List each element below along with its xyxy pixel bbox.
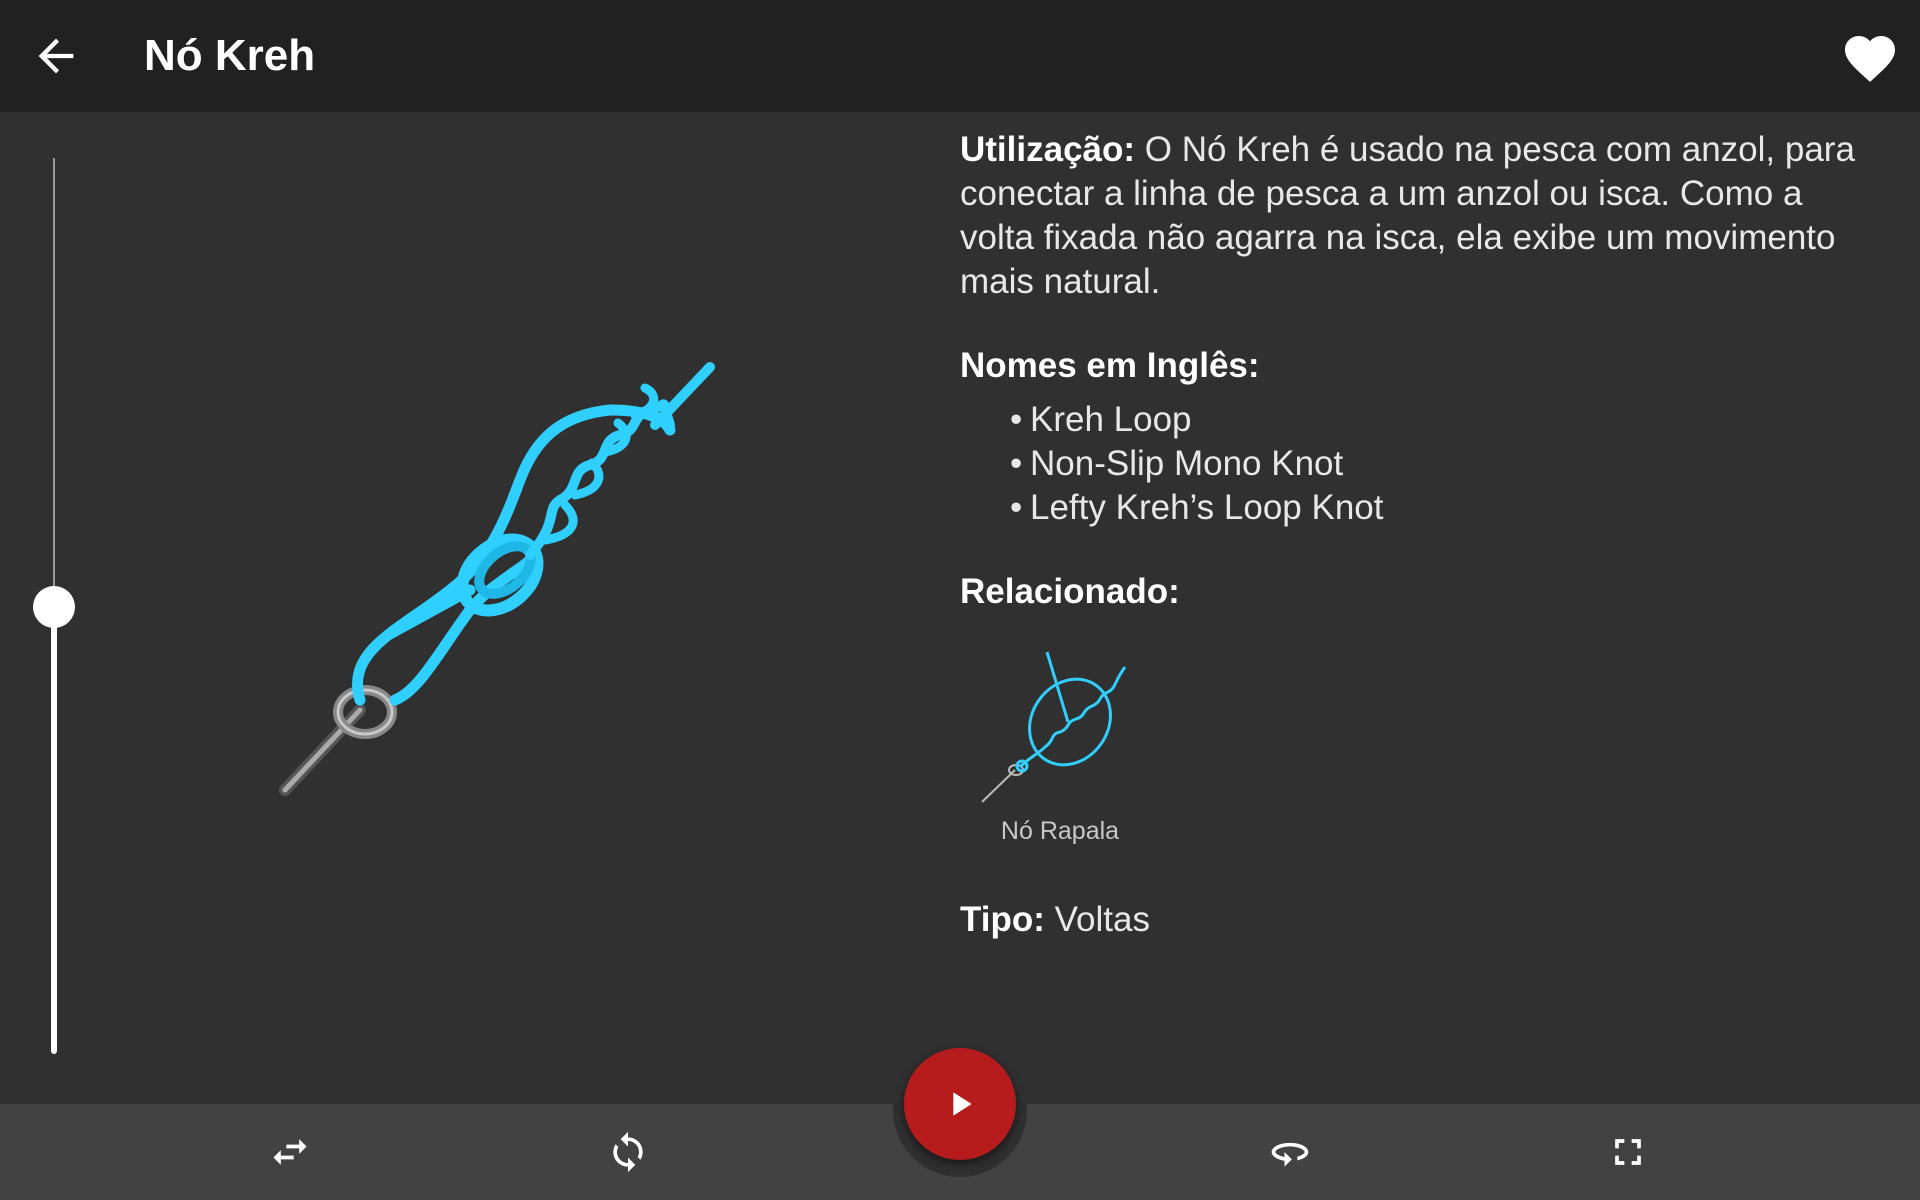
fullscreen-icon[interactable]	[1606, 1130, 1650, 1174]
animation-slider[interactable]	[30, 150, 80, 1060]
app-bar: Nó Kreh	[0, 0, 1920, 112]
play-button[interactable]	[904, 1048, 1016, 1160]
list-item: • Non-Slip Mono Knot	[1010, 444, 1344, 483]
play-icon	[953, 1092, 972, 1116]
related-knot-thumbnail	[981, 651, 1127, 803]
arrow-back-icon	[38, 38, 74, 74]
english-name: Lefty Kreh’s Loop Knot	[1030, 488, 1384, 527]
favorite-button[interactable]	[1840, 28, 1900, 84]
type-row: Tipo: Voltas	[960, 898, 1880, 942]
orbit-icon[interactable]	[1268, 1130, 1312, 1174]
english-name: Non-Slip Mono Knot	[1030, 444, 1344, 483]
usage-label: Utilização:	[960, 130, 1136, 169]
english-names-list: • Kreh Loop • Non-Slip Mono Knot • Lefty Kr…	[960, 398, 1880, 530]
type-value: Voltas	[1054, 900, 1150, 939]
slider-track-progress	[51, 606, 57, 1054]
type-label: Tipo:	[960, 900, 1045, 939]
list-item: • Kreh Loop	[1010, 400, 1192, 439]
usage-paragraph: Utilização: O Nó Kreh é usado na pesca c…	[960, 128, 1880, 304]
related-heading: Relacionado:	[960, 572, 1180, 611]
heart-icon	[1845, 36, 1895, 82]
knot-3d-view[interactable]	[240, 340, 740, 810]
knot-info-panel: Utilização: O Nó Kreh é usado na pesca c…	[960, 128, 1880, 942]
page-title: Nó Kreh	[144, 31, 316, 80]
back-button[interactable]	[30, 30, 82, 82]
slider-track-remaining	[53, 158, 55, 606]
list-item: • Lefty Kreh’s Loop Knot	[1010, 488, 1384, 527]
related-knot-card[interactable]: Nó Rapala	[960, 642, 1160, 846]
slider-thumb[interactable]	[33, 586, 75, 628]
rotate-icon[interactable]	[606, 1130, 650, 1174]
swap-icon[interactable]	[268, 1130, 312, 1174]
english-name: Kreh Loop	[1030, 400, 1192, 439]
related-knot-name: Nó Rapala	[1000, 817, 1120, 845]
english-names-heading: Nomes em Inglês:	[960, 346, 1260, 385]
